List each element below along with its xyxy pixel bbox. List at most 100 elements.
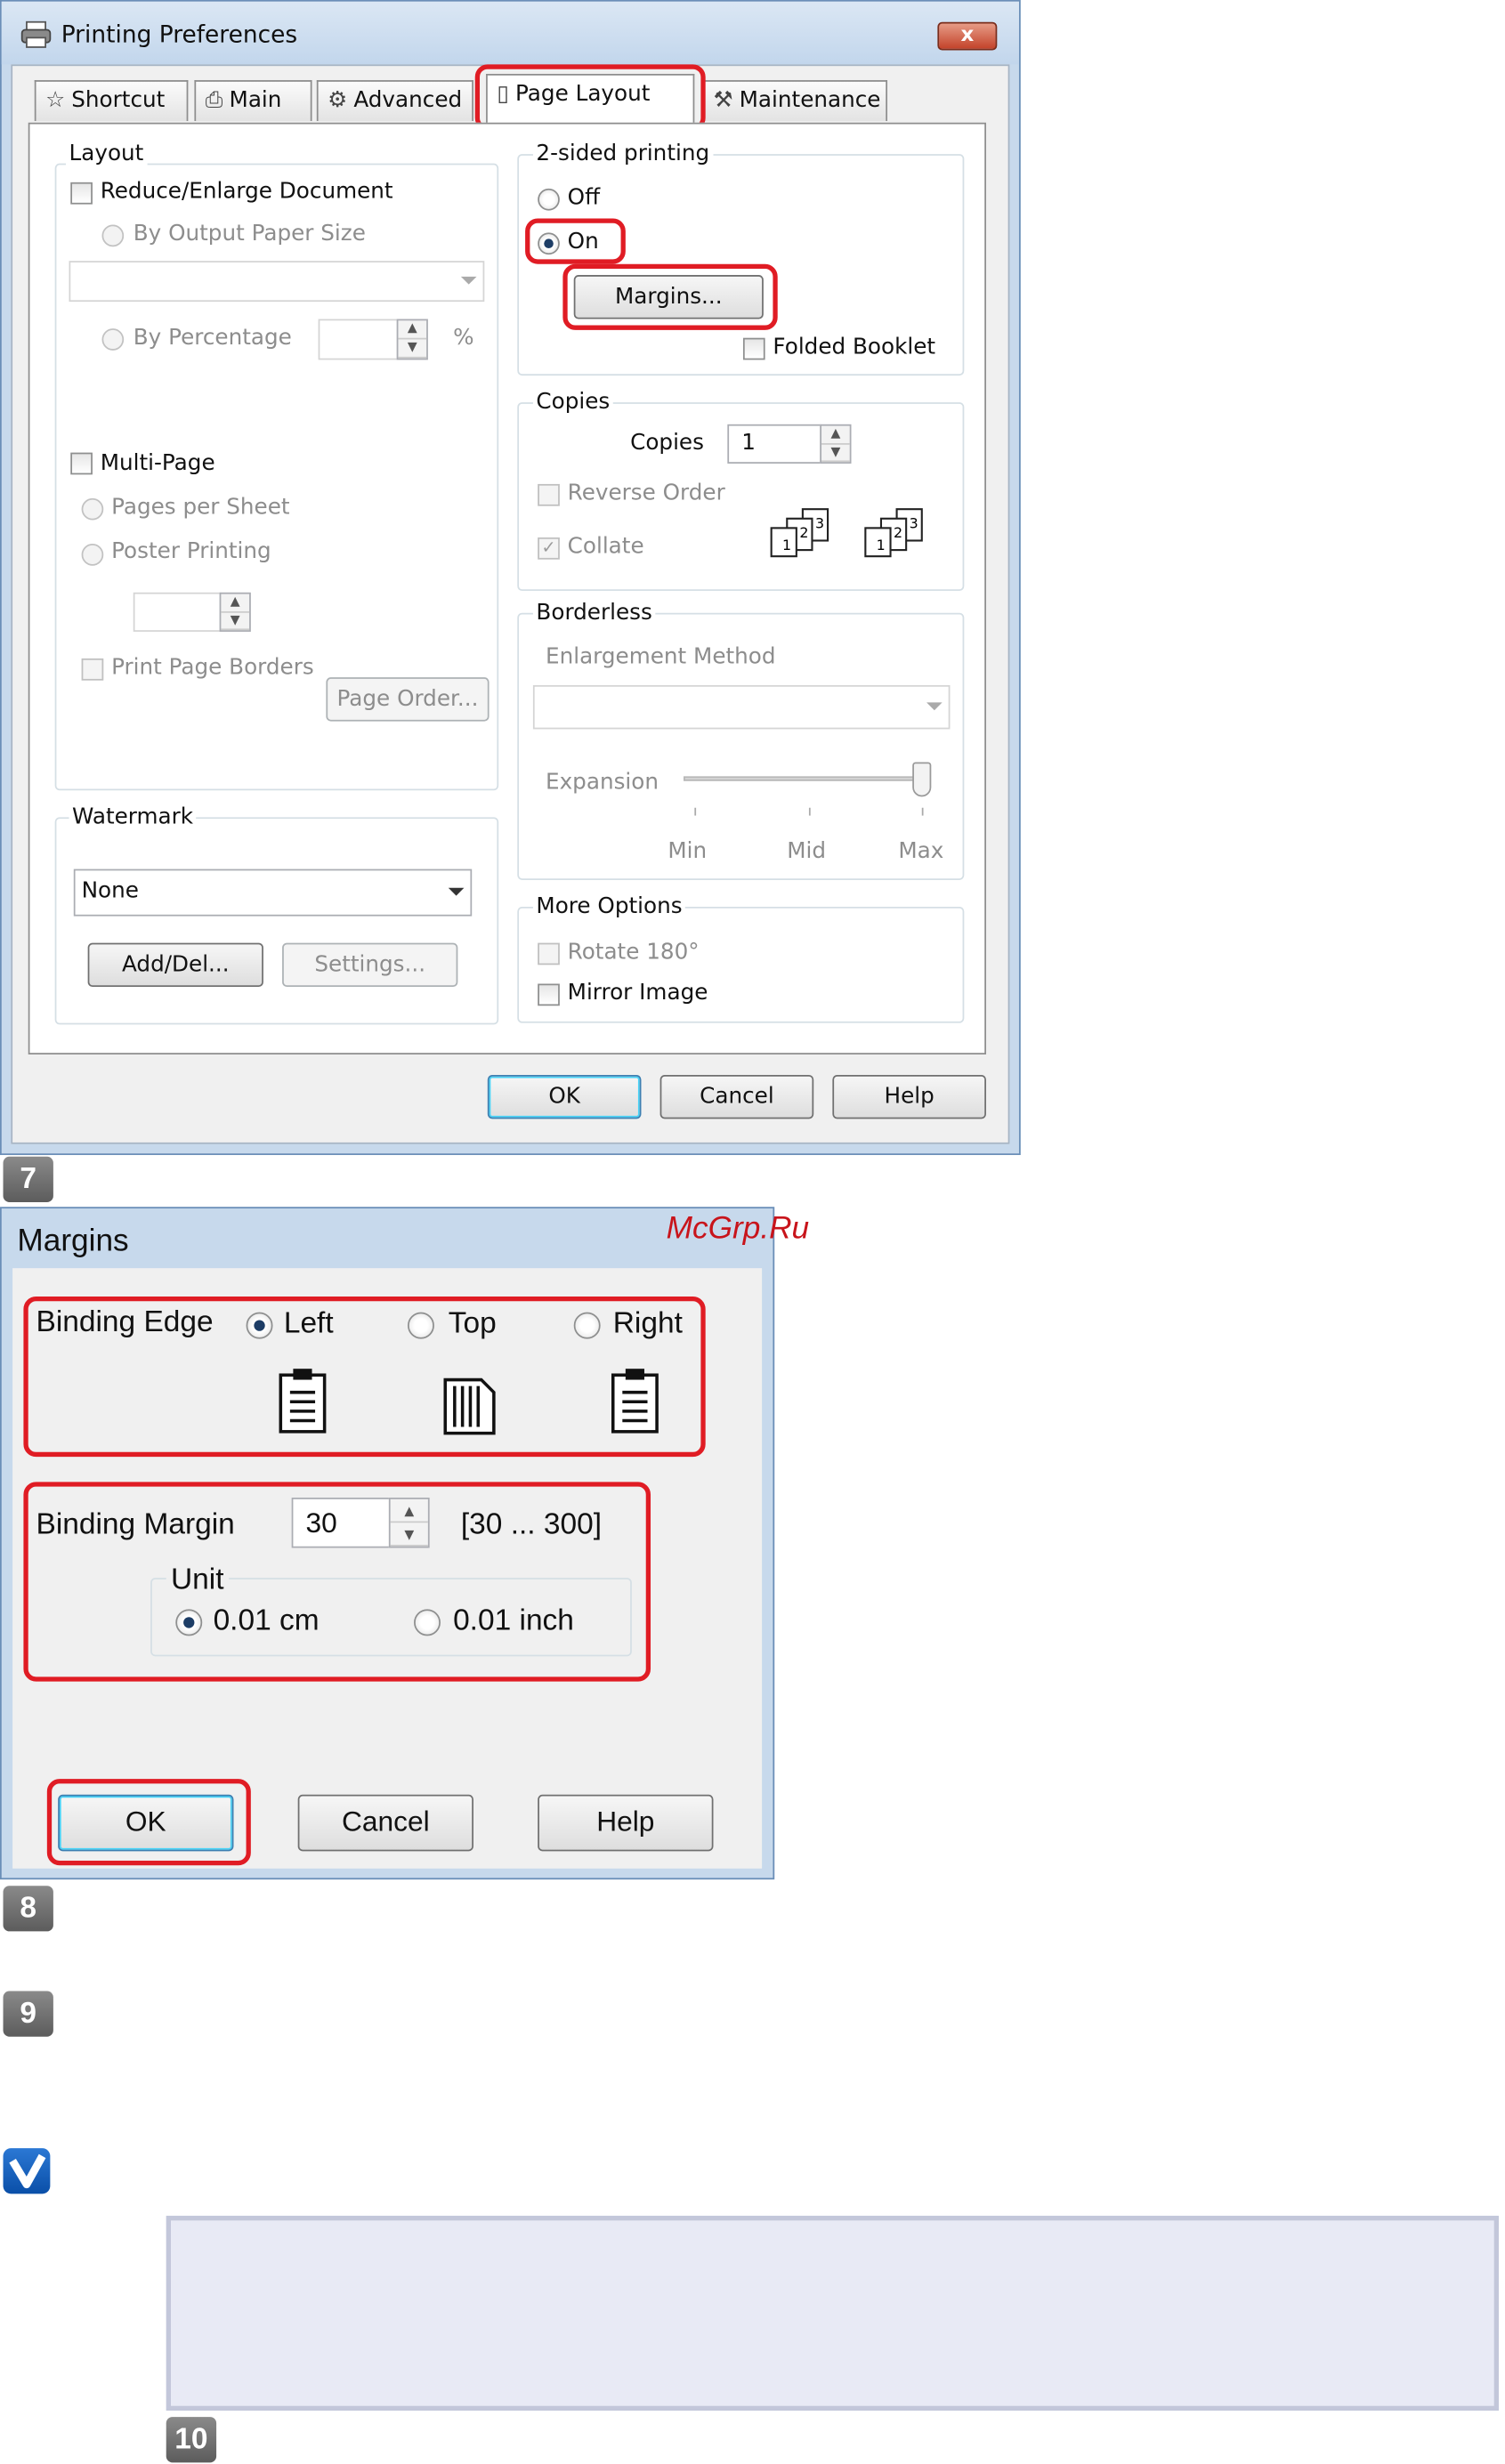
slider-tick-max: [921, 807, 924, 816]
enlargement-method-select[interactable]: [532, 684, 951, 730]
site-watermark: McGrp.Ru: [666, 1211, 810, 1247]
copies-value: 1: [741, 430, 756, 456]
chevron-down-icon: [460, 276, 477, 285]
svg-text:1: 1: [782, 537, 791, 553]
pages-count-spinner[interactable]: ▲ ▼: [219, 592, 251, 632]
copies-label: Copies: [630, 430, 704, 456]
expansion-label: Expansion: [546, 770, 659, 796]
close-icon: x: [960, 23, 975, 47]
by-percentage-label: By Percentage: [133, 325, 292, 351]
svg-text:1: 1: [877, 537, 886, 553]
add-del-button[interactable]: Add/Del...: [87, 942, 263, 988]
collate-stack-icon: 321: [864, 508, 923, 558]
poster-printing-radio[interactable]: [81, 544, 104, 566]
title-bar: Printing Preferences x: [1, 1, 1019, 65]
cancel-button[interactable]: Cancel: [659, 1074, 814, 1119]
gear-icon: ⚙: [328, 87, 348, 114]
copies-spinner[interactable]: ▲ ▼: [820, 424, 852, 464]
help-button[interactable]: Help: [832, 1074, 986, 1119]
more-options-group-label: More Options: [532, 893, 686, 920]
pages-per-sheet-label: Pages per Sheet: [111, 495, 290, 521]
reverse-order-checkbox[interactable]: [538, 483, 560, 506]
svg-text:3: 3: [815, 514, 824, 531]
step-badge-10: 10: [166, 2417, 217, 2463]
chevron-down-icon: [926, 702, 943, 711]
star-icon: ☆: [45, 87, 66, 114]
tab-maintenance[interactable]: ⚒ Maintenance: [702, 80, 888, 121]
watermark-value: None: [81, 878, 139, 904]
mirror-image-checkbox[interactable]: [538, 983, 560, 1006]
highlight-margins-button: [562, 263, 778, 330]
wrench-icon: ⚒: [713, 87, 733, 114]
margins-help-button[interactable]: Help: [538, 1794, 714, 1852]
svg-text:2: 2: [799, 524, 808, 541]
reduce-enlarge-checkbox[interactable]: [70, 182, 93, 205]
paper-size-select[interactable]: [69, 261, 485, 303]
rotate-180-label: Rotate 180°: [567, 940, 700, 965]
copies-input[interactable]: 1: [727, 424, 822, 464]
slider-tick-mid: [808, 807, 811, 816]
spin-down-icon: ▼: [821, 444, 850, 463]
percentage-spinner[interactable]: ▲ ▼: [396, 319, 428, 360]
slider-tick-min: [694, 807, 697, 816]
highlight-binding-margin: [23, 1482, 651, 1682]
multi-page-label: Multi-Page: [100, 450, 215, 477]
tab-main[interactable]: ⎙ Main: [194, 80, 312, 121]
spin-up-icon: ▲: [821, 426, 850, 444]
highlight-margins-ok: [46, 1779, 251, 1866]
percentage-input[interactable]: [318, 319, 401, 360]
enlargement-method-label: Enlargement Method: [546, 644, 776, 670]
highlight-on-radio: [525, 218, 626, 264]
margins-cancel-button[interactable]: Cancel: [297, 1794, 473, 1852]
dialog-title: Printing Preferences: [61, 20, 298, 49]
note-check-icon: [3, 2148, 51, 2194]
tab-label: Maintenance: [739, 87, 881, 114]
print-page-borders-label: Print Page Borders: [111, 655, 314, 681]
tab-advanced[interactable]: ⚙ Advanced: [316, 80, 473, 121]
watermark-group: [54, 817, 499, 1025]
note-box: [166, 2216, 1499, 2411]
tab-label: Main: [229, 87, 282, 114]
ok-button[interactable]: OK: [487, 1074, 642, 1119]
watermark-settings-button[interactable]: Settings...: [282, 942, 458, 988]
rotate-180-checkbox[interactable]: [538, 942, 560, 965]
page-order-button[interactable]: Page Order...: [326, 677, 490, 722]
expansion-slider-thumb[interactable]: [912, 762, 932, 797]
chevron-down-icon: [448, 887, 465, 896]
layout-group-label: Layout: [65, 141, 147, 167]
folded-booklet-label: Folded Booklet: [773, 335, 936, 360]
tab-label: Advanced: [353, 87, 463, 114]
watermark-select[interactable]: None: [73, 868, 473, 917]
margins-dialog-title: Margins: [17, 1224, 129, 1259]
highlight-page-layout-tab: [474, 64, 706, 131]
close-button[interactable]: x: [937, 21, 998, 51]
collate-checkbox[interactable]: ✓: [538, 537, 560, 560]
slider-min-label: Min: [668, 839, 708, 865]
spin-down-icon: ▼: [221, 612, 250, 631]
percent-sign: %: [453, 325, 474, 351]
spin-down-icon: ▼: [398, 339, 427, 359]
print-page-borders-checkbox[interactable]: [81, 658, 104, 681]
printer-icon: ⎙: [205, 87, 223, 114]
by-output-paper-size-radio[interactable]: [101, 224, 125, 247]
collate-label: Collate: [567, 534, 644, 560]
step-badge-8: 8: [3, 1886, 53, 1932]
by-output-paper-size-label: By Output Paper Size: [133, 222, 366, 247]
spin-up-icon: ▲: [221, 594, 250, 612]
step-badge-9: 9: [3, 1991, 53, 2037]
step-badge-7: 7: [3, 1156, 53, 1202]
pages-count-input[interactable]: [133, 592, 222, 632]
expansion-slider-track[interactable]: [684, 776, 922, 781]
multi-page-checkbox[interactable]: [70, 452, 93, 475]
borderless-group-label: Borderless: [532, 600, 656, 626]
highlight-binding-edge: [23, 1296, 706, 1458]
printer-icon: [20, 20, 52, 48]
slider-max-label: Max: [898, 839, 944, 865]
two-sided-off-radio[interactable]: [538, 188, 560, 211]
pages-per-sheet-radio[interactable]: [81, 497, 104, 521]
tab-shortcut[interactable]: ☆ Shortcut: [34, 80, 189, 121]
poster-printing-label: Poster Printing: [111, 538, 271, 564]
by-percentage-radio[interactable]: [101, 328, 125, 351]
folded-booklet-checkbox[interactable]: [742, 337, 765, 360]
reverse-order-label: Reverse Order: [567, 481, 725, 506]
